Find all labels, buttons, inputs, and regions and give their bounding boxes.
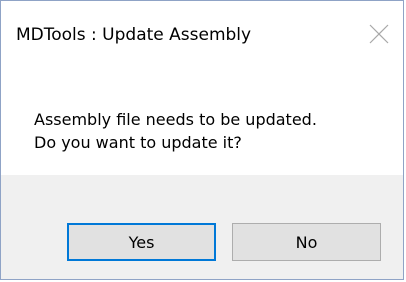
message-line-1: Assembly file needs to be updated. bbox=[34, 110, 317, 129]
close-button[interactable] bbox=[357, 1, 403, 65]
title-bar: MDTools : Update Assembly bbox=[1, 1, 403, 65]
yes-button[interactable]: Yes bbox=[67, 223, 216, 261]
dialog-footer: Yes No bbox=[1, 175, 403, 279]
message-dialog: MDTools : Update Assembly Assembly file … bbox=[0, 0, 404, 280]
dialog-title: MDTools : Update Assembly bbox=[16, 25, 252, 45]
no-button[interactable]: No bbox=[232, 223, 381, 261]
message-line-2: Do you want to update it? bbox=[34, 133, 242, 152]
dialog-message: Assembly file needs to be updated. Do yo… bbox=[34, 108, 317, 154]
close-icon bbox=[369, 24, 389, 44]
dialog-body: Assembly file needs to be updated. Do yo… bbox=[1, 65, 403, 175]
